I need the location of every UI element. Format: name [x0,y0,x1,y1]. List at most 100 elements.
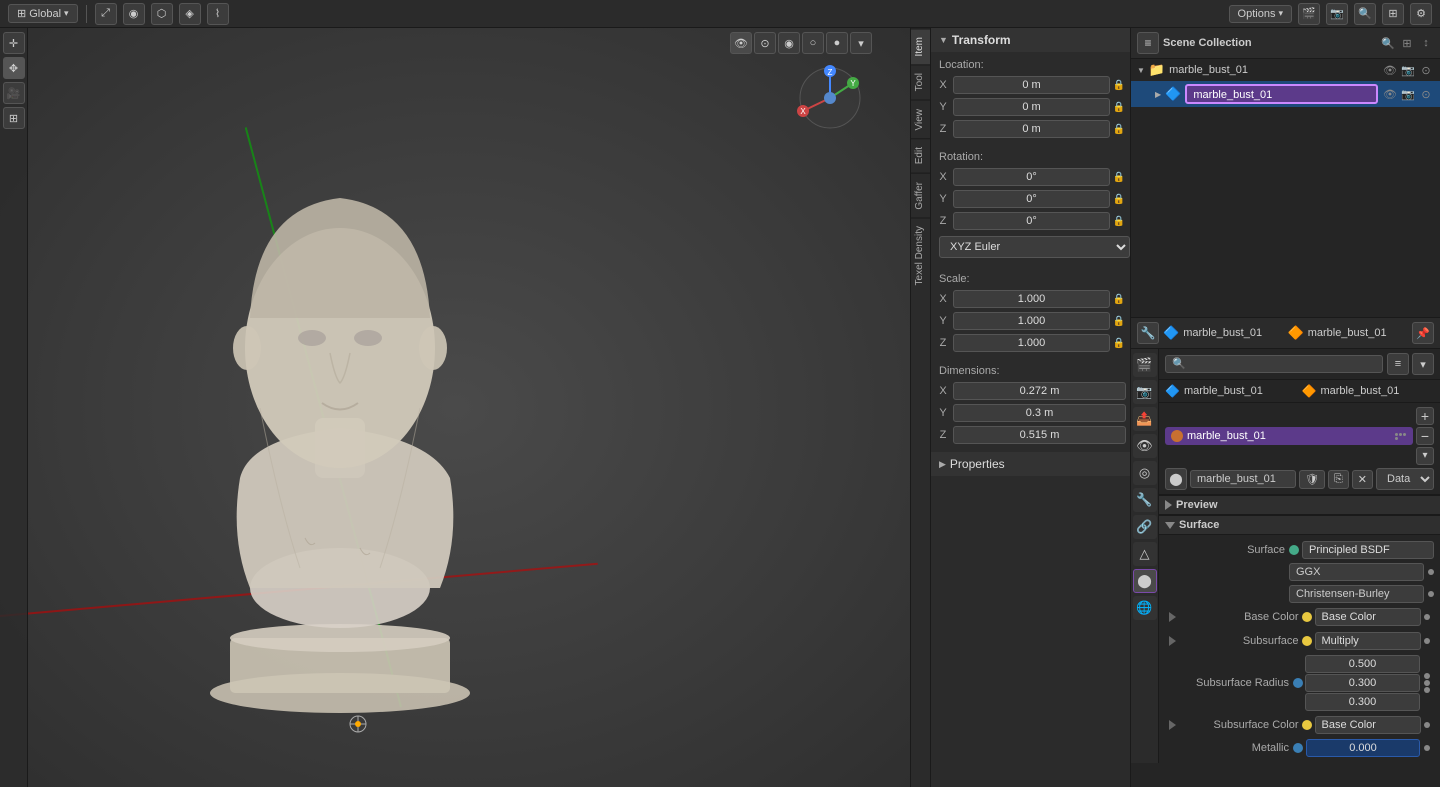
outliner-filter-icon[interactable]: ⊞ [1399,37,1415,50]
location-z-lock[interactable]: 🔒 [1112,122,1126,136]
outliner-search-icon[interactable]: 🔍 [1380,37,1396,50]
viewport-render-btn[interactable]: ◉ [778,32,800,54]
viewport[interactable]: Z Y X 👁 ⊙ ◉ ○ ● [0,28,910,787]
material-type-btn[interactable]: ⬤ [1165,468,1187,490]
collection-eye-icon[interactable]: 👁 [1382,64,1398,77]
material-data-select[interactable]: Data [1376,468,1434,490]
props-tab-modifier[interactable]: 🔧 [1133,488,1157,512]
side-tab-item[interactable]: Item [911,28,930,64]
outliner-sort-icon[interactable]: ↕ [1418,37,1434,50]
object-eye-icon[interactable]: 👁 [1382,88,1398,101]
side-tab-view[interactable]: View [911,100,930,139]
subsurface-radius-z[interactable]: 0.300 [1305,693,1420,711]
viewport-camera-btn[interactable]: ⊙ [754,32,776,54]
dimensions-z-field[interactable]: 0.515 m [953,426,1126,444]
props-list-icon[interactable]: ≡ [1387,353,1409,375]
transform-header[interactable]: ▼ Transform [931,28,1130,52]
filter-icon[interactable]: ⊞ [1382,3,1404,25]
material-slot-item[interactable]: marble_bust_01 [1165,427,1413,445]
material-add-slot-btn[interactable]: + [1416,407,1434,425]
location-y-lock[interactable]: 🔒 [1112,100,1126,114]
props-search-input[interactable] [1165,355,1383,373]
navigation-gizmo[interactable]: Z Y X [795,63,865,136]
side-tab-tool[interactable]: Tool [911,64,930,99]
options-btn[interactable]: Options ▾ [1229,5,1292,23]
dimensions-y-field[interactable]: 0.3 m [953,404,1126,422]
rotation-mode-select[interactable]: XYZ Euler [939,236,1130,258]
side-tab-texel[interactable]: Texel Density [911,217,930,293]
rotation-y-lock[interactable]: 🔒 [1112,192,1126,206]
render-icon[interactable]: 📷 [1326,3,1348,25]
props-pin-icon[interactable]: 📌 [1412,322,1434,344]
surface-shader-name[interactable]: Principled BSDF [1302,541,1434,559]
props-tab-view[interactable]: 👁 [1133,434,1157,458]
props-tab-constraints[interactable]: 🔗 [1133,515,1157,539]
material-delete-btn[interactable]: ✕ [1352,470,1373,489]
props-expand-icon[interactable]: ▾ [1412,353,1434,375]
viewport-extra-btn[interactable]: ▾ [850,32,872,54]
viewport-material-btn[interactable]: ○ [802,32,824,54]
subsurface-color-value[interactable]: Base Color [1315,716,1422,734]
cursor-tool[interactable]: ✛ [3,32,25,54]
outliner-editor-type[interactable]: ≡ [1137,32,1159,54]
search-icon[interactable]: 🔍 [1354,3,1376,25]
material-copy-btn[interactable]: ⎘ [1328,470,1349,489]
transform-tool-btn[interactable]: ⤢ [95,3,117,25]
collection-filter-icon[interactable]: ⊙ [1418,64,1434,77]
subsurface-value[interactable]: Multiply [1315,632,1422,650]
subsurface-radius-y[interactable]: 0.300 [1305,674,1420,692]
rotation-x-lock[interactable]: 🔒 [1112,170,1126,184]
outliner-item-object[interactable]: ▶ 🔷 marble_bust_01 👁 📷 ⊙ [1131,81,1440,107]
props-tab-render[interactable]: 📷 [1133,380,1157,404]
surface-section-header[interactable]: Surface [1159,515,1440,535]
viewport-shading-btn[interactable]: 👁 [730,32,752,54]
subsurface-radius-x[interactable]: 0.500 [1305,655,1420,673]
props-tab-output[interactable]: 📤 [1133,407,1157,431]
material-move-slot-btn[interactable]: ▾ [1416,447,1434,465]
location-x-lock[interactable]: 🔒 [1112,78,1126,92]
object-camera-icon[interactable]: 📷 [1400,88,1416,101]
base-color-value[interactable]: Base Color [1315,608,1422,626]
rotation-x-field[interactable]: 0° [953,168,1110,186]
outliner-item-collection[interactable]: ▼ 📁 marble_bust_01 👁 📷 ⊙ [1131,59,1440,81]
camera-tool[interactable]: 🎥 [3,82,25,104]
proportional-btn[interactable]: ⬡ [151,3,173,25]
christensen-select[interactable]: Christensen-Burley [1289,585,1424,603]
object-filter-icon[interactable]: ⊙ [1418,88,1434,101]
props-tab-material[interactable]: ⬤ [1133,569,1157,593]
grid-tool[interactable]: ⊞ [3,107,25,129]
viewport-rendered-btn[interactable]: ● [826,32,848,54]
props-tab-scene[interactable]: 🎬 [1133,353,1157,377]
settings-icon[interactable]: ⚙ [1410,3,1432,25]
scale-z-field[interactable]: 1.000 [953,334,1110,352]
scale-x-field[interactable]: 1.000 [953,290,1110,308]
curve-btn[interactable]: ⌇ [207,3,229,25]
material-name-display[interactable]: marble_bust_01 [1190,470,1296,488]
snap-btn[interactable]: ◉ [123,3,145,25]
side-tab-gaffer[interactable]: Gaffer [911,173,930,218]
ggx-select[interactable]: GGX [1289,563,1424,581]
object-name-highlight[interactable]: marble_bust_01 [1185,84,1378,104]
location-y-field[interactable]: 0 m [953,98,1110,116]
location-z-field[interactable]: 0 m [953,120,1110,138]
scale-x-lock[interactable]: 🔒 [1112,292,1126,306]
properties-collapsible-header[interactable]: ▶ Properties [931,452,1130,476]
props-tab-world[interactable]: 🌐 [1133,596,1157,620]
material-shield-btn[interactable]: 🛡 [1299,470,1325,489]
scene-icon[interactable]: 🎬 [1298,3,1320,25]
material-remove-slot-btn[interactable]: − [1416,427,1434,445]
scale-y-field[interactable]: 1.000 [953,312,1110,330]
editor-type-btn[interactable]: ⊞ Global ▾ [8,4,78,23]
move-tool[interactable]: ✥ [3,57,25,79]
location-x-field[interactable]: 0 m [953,76,1110,94]
props-editor-type[interactable]: 🔧 [1137,322,1159,344]
scale-y-lock[interactable]: 🔒 [1112,314,1126,328]
preview-section-header[interactable]: Preview [1159,495,1440,515]
scale-z-lock[interactable]: 🔒 [1112,336,1126,350]
rotation-y-field[interactable]: 0° [953,190,1110,208]
props-tab-objectdata[interactable]: △ [1133,542,1157,566]
rotation-z-field[interactable]: 0° [953,212,1110,230]
props-tab-object[interactable]: ◎ [1133,461,1157,485]
rotation-z-lock[interactable]: 🔒 [1112,214,1126,228]
pivot-btn[interactable]: ◈ [179,3,201,25]
